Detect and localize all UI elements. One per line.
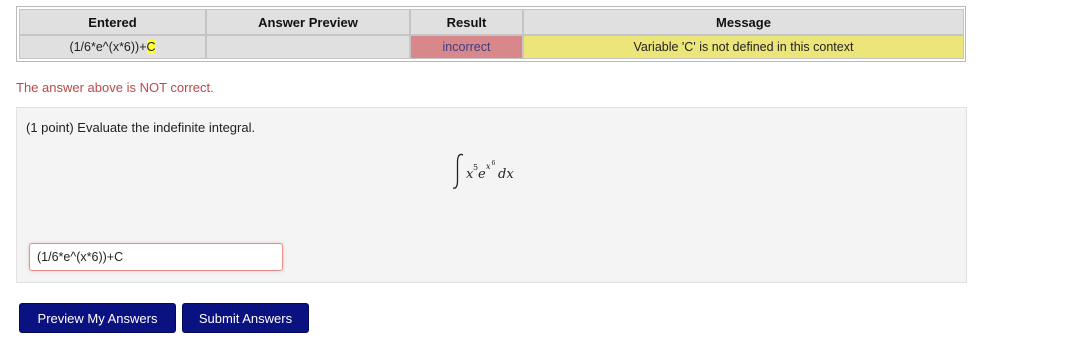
- integral-sign: [453, 153, 464, 189]
- integral-expression: x 5 e x 6 dx: [453, 153, 514, 189]
- problem-statement: (1 point) Evaluate the indefinite integr…: [26, 120, 256, 135]
- header-message: Message: [523, 9, 964, 35]
- svg-text:dx: dx: [498, 167, 514, 182]
- header-entered: Entered: [19, 9, 206, 35]
- answer-preview-cell: [206, 35, 410, 59]
- entered-cell: (1/6*e^(x*6))+ C: [19, 35, 206, 59]
- header-result: Result: [410, 9, 523, 35]
- submit-answers-button[interactable]: Submit Answers: [182, 303, 309, 333]
- svg-text:6: 6: [492, 160, 496, 167]
- message-cell: Variable 'C' is not defined in this cont…: [523, 35, 964, 59]
- svg-text:e: e: [478, 167, 486, 182]
- entered-text: (1/6*e^(x*6))+: [69, 40, 147, 54]
- svg-text:x: x: [486, 162, 491, 171]
- result-cell: incorrect: [410, 35, 523, 59]
- answer-input[interactable]: [29, 243, 283, 271]
- preview-answers-button[interactable]: Preview My Answers: [19, 303, 176, 333]
- status-message: The answer above is NOT correct.: [16, 80, 214, 95]
- attempt-results-table: Entered Answer Preview Result Message (1…: [16, 6, 966, 62]
- entered-error-highlight: C: [146, 40, 156, 54]
- header-answer-preview: Answer Preview: [206, 9, 410, 35]
